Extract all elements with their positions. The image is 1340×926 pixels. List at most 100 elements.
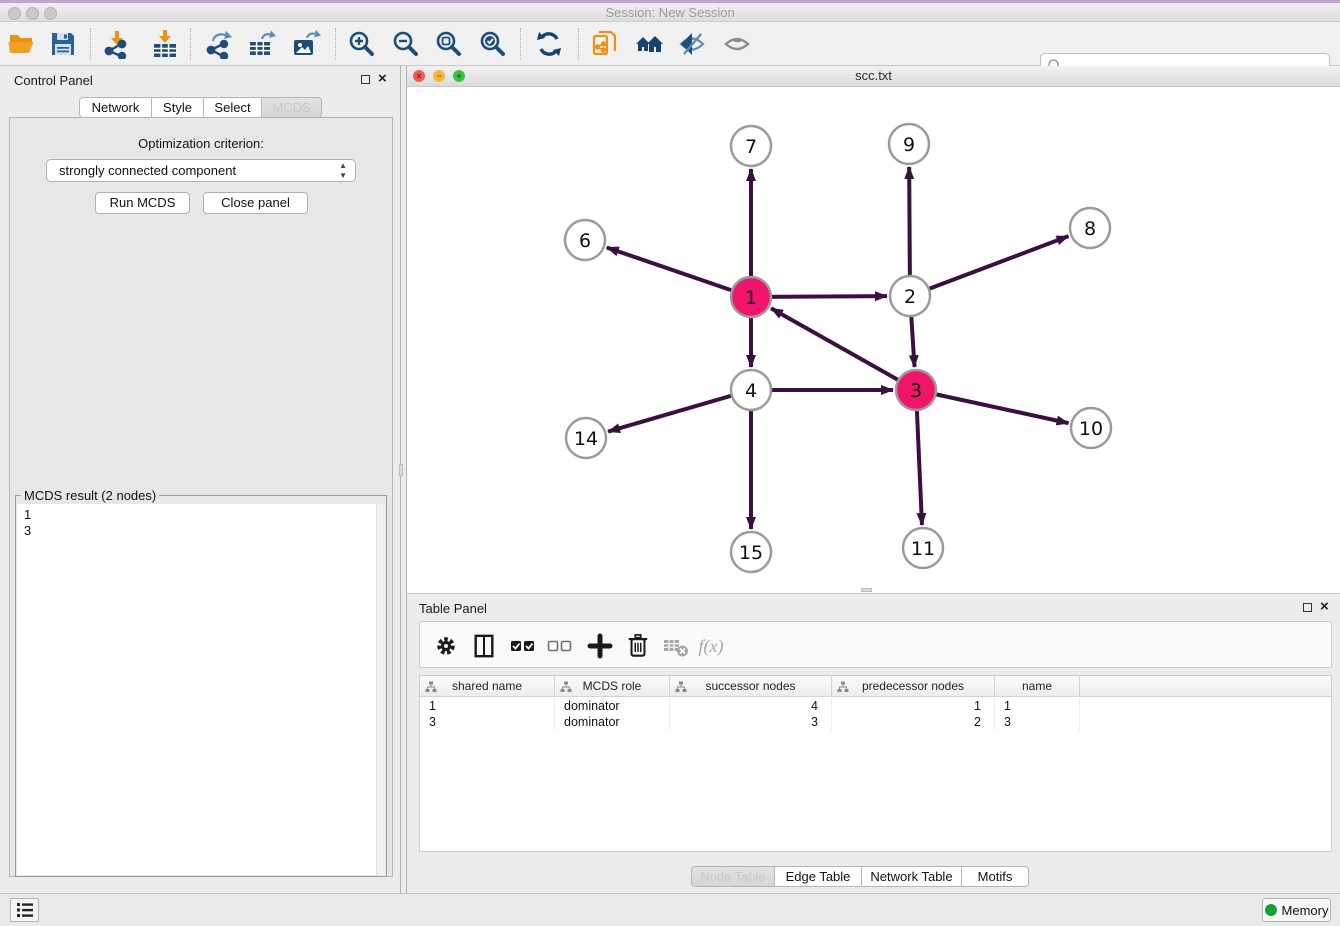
window-title: Session: New Session xyxy=(0,3,1340,22)
window-zoom-icon[interactable] xyxy=(44,7,57,20)
mcds-tab-content: Optimization criterion: strongly connect… xyxy=(9,117,393,877)
tab-network[interactable]: Network xyxy=(79,97,152,118)
export-table-icon[interactable] xyxy=(245,27,279,61)
import-network-icon[interactable] xyxy=(100,27,134,61)
graph-node-label: 11 xyxy=(911,538,935,560)
import-table-icon[interactable] xyxy=(148,27,182,61)
cell-predecessor[interactable]: 2 xyxy=(832,714,995,730)
graph-edge-3-10[interactable] xyxy=(916,390,1069,423)
column-header-predecessor[interactable]: predecessor nodes xyxy=(832,676,995,697)
tab-motifs[interactable]: Motifs xyxy=(962,866,1029,887)
graph-edge-1-6[interactable] xyxy=(607,247,751,297)
network-canvas[interactable]: 7 9 6 8 1 2 4 3 14 10 15 11 xyxy=(407,87,1339,592)
close-panel-icon[interactable]: × xyxy=(1320,602,1329,612)
network-window-titlebar[interactable]: × − + scc.txt xyxy=(407,66,1340,87)
network-close-icon[interactable]: × xyxy=(413,70,425,82)
table-row[interactable]: 1dominator411 xyxy=(420,698,1331,714)
task-history-button[interactable] xyxy=(10,898,39,922)
graphics-details-icon[interactable] xyxy=(675,27,709,61)
select-all-icon[interactable] xyxy=(509,632,537,660)
graph-node-4[interactable]: 4 xyxy=(731,370,771,410)
titlebar: Session: New Session xyxy=(0,3,1340,22)
close-panel-button[interactable]: Close panel xyxy=(203,192,308,214)
function-builder-icon: f(x) xyxy=(697,632,725,660)
memory-status-icon xyxy=(1265,904,1277,916)
column-header-mcds_role[interactable]: MCDS role xyxy=(555,676,670,697)
cell-successor[interactable]: 3 xyxy=(670,714,832,730)
graph-node-label: 15 xyxy=(739,542,763,564)
close-panel-icon[interactable]: × xyxy=(378,74,387,84)
tab-network-table[interactable]: Network Table xyxy=(862,866,962,887)
open-session-icon[interactable] xyxy=(5,27,39,61)
window-minimize-icon[interactable] xyxy=(26,7,39,20)
tab-style[interactable]: Style xyxy=(152,97,204,118)
graph-node-3[interactable]: 3 xyxy=(896,370,936,410)
zoom-selected-icon[interactable] xyxy=(476,27,510,61)
save-session-icon[interactable] xyxy=(46,27,80,61)
zoom-out-icon[interactable] xyxy=(389,27,423,61)
home-icon[interactable] xyxy=(632,27,666,61)
graph-node-label: 2 xyxy=(904,286,916,308)
window-close-icon[interactable] xyxy=(8,7,21,20)
float-panel-icon[interactable] xyxy=(1303,603,1312,612)
split-pane-handle-horizontal[interactable] xyxy=(861,588,872,592)
graph-node-8[interactable]: 8 xyxy=(1070,208,1110,248)
memory-button[interactable]: Memory xyxy=(1262,898,1331,922)
float-panel-icon[interactable] xyxy=(361,75,370,84)
cell-name[interactable]: 3 xyxy=(995,714,1080,730)
graph-node-label: 3 xyxy=(910,380,922,402)
graph-edge-3-1[interactable] xyxy=(771,308,916,390)
zoom-in-icon[interactable] xyxy=(345,27,379,61)
graph-edge-2-8[interactable] xyxy=(910,236,1068,296)
graph-edge-4-14[interactable] xyxy=(608,390,751,432)
tab-mcds[interactable]: MCDS xyxy=(262,97,322,118)
cell-shared_name[interactable]: 3 xyxy=(420,714,555,730)
tab-select[interactable]: Select xyxy=(204,97,262,118)
add-column-icon[interactable] xyxy=(586,632,614,660)
column-header-shared_name[interactable]: shared name xyxy=(420,676,555,697)
tab-node-table[interactable]: Node Table xyxy=(691,866,775,887)
toolbar-separator xyxy=(190,28,191,60)
graph-node-label: 9 xyxy=(903,134,915,156)
scrollbar-track[interactable] xyxy=(376,504,385,875)
graph-node-1[interactable]: 1 xyxy=(731,277,771,317)
run-mcds-button[interactable]: Run MCDS xyxy=(95,192,190,214)
export-image-icon[interactable] xyxy=(289,27,323,61)
settings-gear-icon[interactable] xyxy=(432,632,460,660)
network-maximize-icon[interactable]: + xyxy=(453,70,465,82)
column-visibility-icon[interactable] xyxy=(470,632,498,660)
cell-successor[interactable]: 4 xyxy=(670,698,832,714)
cell-shared_name[interactable]: 1 xyxy=(420,698,555,714)
column-header-successor[interactable]: successor nodes xyxy=(670,676,832,697)
column-header-name[interactable]: name xyxy=(995,676,1080,697)
tab-edge-table[interactable]: Edge Table xyxy=(775,866,862,887)
mcds-result-list[interactable]: 1 3 xyxy=(17,504,385,875)
graph-node-7[interactable]: 7 xyxy=(731,126,771,166)
hierarchy-icon xyxy=(675,681,687,693)
cell-mcds_role[interactable]: dominator xyxy=(555,714,670,730)
memory-label: Memory xyxy=(1282,903,1329,918)
graph-node-2[interactable]: 2 xyxy=(890,276,930,316)
graph-node-15[interactable]: 15 xyxy=(731,532,771,572)
graph-node-10[interactable]: 10 xyxy=(1071,408,1111,448)
zoom-fit-icon[interactable] xyxy=(432,27,466,61)
cell-mcds_role[interactable]: dominator xyxy=(555,698,670,714)
table-row[interactable]: 3dominator323 xyxy=(420,714,1331,730)
refresh-layout-icon[interactable] xyxy=(532,27,566,61)
graph-node-11[interactable]: 11 xyxy=(903,528,943,568)
duplicate-network-icon[interactable] xyxy=(588,27,622,61)
unselect-all-icon[interactable] xyxy=(546,632,574,660)
split-pane-handle-vertical[interactable] xyxy=(399,464,403,476)
export-network-icon[interactable] xyxy=(202,27,236,61)
cell-predecessor[interactable]: 1 xyxy=(832,698,995,714)
cell-name[interactable]: 1 xyxy=(995,698,1080,714)
graph-node-9[interactable]: 9 xyxy=(889,124,929,164)
graph-node-6[interactable]: 6 xyxy=(565,220,605,260)
optimization-criterion-select[interactable]: strongly connected component ▲▼ xyxy=(46,159,356,182)
control-panel-tabs: Network Style Select MCDS xyxy=(79,97,322,118)
network-window-title: scc.txt xyxy=(407,66,1340,86)
network-minimize-icon[interactable]: − xyxy=(433,70,445,82)
delete-column-icon[interactable] xyxy=(624,632,652,660)
graph-node-14[interactable]: 14 xyxy=(566,418,606,458)
show-hide-icon[interactable] xyxy=(720,27,754,61)
